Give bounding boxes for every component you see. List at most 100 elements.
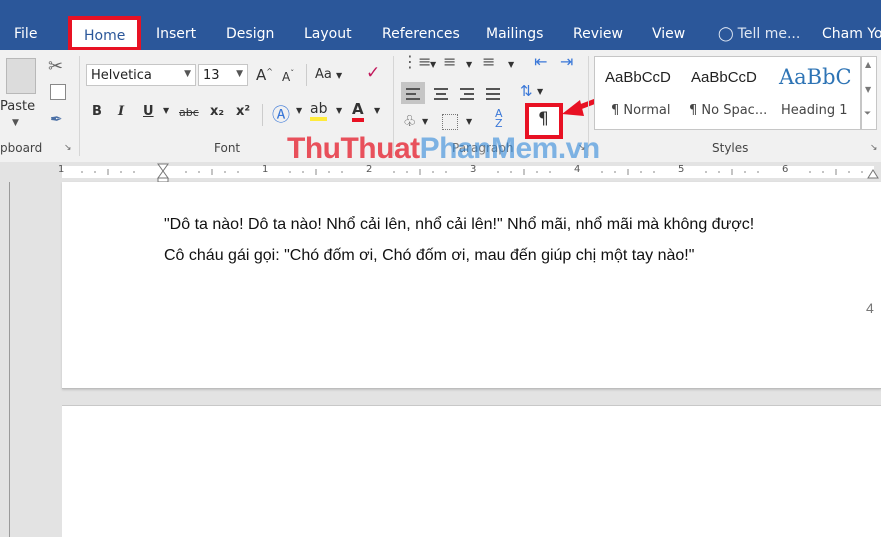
styles-group-label: Styles (712, 141, 749, 155)
right-indent-marker[interactable] (867, 164, 879, 180)
chevron-down-icon: ▼ (184, 69, 191, 79)
watermark-part3: .vn (557, 132, 600, 165)
ruler-number: 6 (782, 164, 789, 175)
shrink-font-icon[interactable]: Aˇ (282, 69, 294, 84)
chevron-down-icon[interactable]: ▼ (374, 106, 380, 115)
sort-icon[interactable]: AZ (495, 108, 503, 129)
format-painter-icon[interactable]: ✒ (50, 110, 63, 128)
paste-button-label[interactable]: Paste (0, 99, 35, 114)
tell-me-search[interactable]: ◯ Tell me... (718, 26, 800, 42)
chevron-down-icon[interactable]: ▼ (430, 60, 436, 69)
chevron-down-icon[interactable]: ▼ (336, 106, 342, 115)
chevron-down-icon: ▼ (236, 69, 243, 79)
shading-icon[interactable]: ♧ (403, 112, 416, 130)
italic-button[interactable]: I (118, 104, 124, 119)
chevron-up-icon[interactable]: ▲ (865, 60, 871, 69)
line-spacing-icon[interactable]: ⇅ (520, 82, 533, 100)
chevron-down-icon[interactable]: ▼ (466, 60, 472, 69)
chevron-down-icon[interactable]: ▼ (422, 117, 428, 126)
document-paragraph-1[interactable]: "Dô ta nào! Dô ta nào! Nhổ cải lên, nhổ … (164, 216, 754, 234)
grow-font-icon[interactable]: A^ (256, 66, 273, 84)
separator (306, 64, 307, 86)
group-divider (79, 56, 80, 156)
tab-review[interactable]: Review (573, 26, 623, 42)
more-styles-icon[interactable]: ⏷ (864, 109, 871, 119)
font-size-value: 13 (203, 68, 220, 83)
align-center-button[interactable] (430, 82, 452, 104)
ruler-number: 2 (366, 164, 373, 175)
font-size-combo[interactable]: 13 ▼ (198, 64, 248, 86)
ruler-number: 1 (58, 164, 65, 175)
highlight-color-icon[interactable]: ab (310, 101, 328, 121)
separator (262, 104, 263, 126)
tab-view[interactable]: View (652, 26, 685, 42)
tab-mailings[interactable]: Mailings (486, 26, 543, 42)
align-left-button[interactable] (401, 82, 425, 104)
style-normal-preview[interactable]: AaBbCcD (605, 69, 671, 86)
tab-references[interactable]: References (382, 26, 460, 42)
chevron-down-icon[interactable]: ▼ (163, 106, 169, 115)
tab-insert[interactable]: Insert (156, 26, 196, 42)
clear-formatting-icon[interactable]: ✓ (366, 63, 380, 83)
chevron-down-icon[interactable]: ▼ (466, 117, 472, 126)
paste-dropdown-icon[interactable]: ▼ (12, 118, 19, 128)
styles-scrollbar[interactable]: ▲ ▼ ⏷ (861, 56, 877, 130)
chevron-down-icon[interactable]: ▼ (296, 106, 302, 115)
underline-button[interactable]: U (143, 104, 154, 119)
cut-icon[interactable]: ✂ (48, 56, 63, 77)
increase-indent-icon[interactable]: ⇥ (560, 52, 573, 71)
copy-icon[interactable] (50, 84, 66, 100)
pilcrow-icon: ¶ (538, 109, 549, 129)
clipboard-group-label: pboard (0, 141, 43, 155)
style-normal-name[interactable]: ¶ Normal (611, 103, 670, 118)
indent-marker[interactable] (156, 163, 170, 183)
document-page[interactable] (62, 182, 881, 389)
superscript-button[interactable]: x² (236, 104, 250, 119)
ruler-number: 5 (678, 164, 685, 175)
font-name-value: Helvetica (91, 68, 152, 83)
ruler-number: 1 (262, 164, 269, 175)
chevron-down-icon[interactable]: ▼ (865, 85, 871, 94)
user-name[interactable]: Cham Yo (822, 26, 881, 42)
subscript-button[interactable]: x₂ (210, 104, 224, 119)
tab-home[interactable]: Home (68, 16, 141, 51)
tab-file[interactable]: File (14, 26, 37, 42)
ruler-number: 4 (574, 164, 581, 175)
style-no-spacing-name[interactable]: ¶ No Spac... (689, 103, 767, 118)
decrease-indent-icon[interactable]: ⇤ (534, 52, 547, 71)
font-group-label: Font (214, 141, 241, 155)
tab-layout[interactable]: Layout (304, 26, 352, 42)
chevron-down-icon[interactable]: ▼ (537, 87, 543, 96)
clipboard-launcher-icon[interactable]: ↘ (64, 143, 72, 153)
paste-icon[interactable] (6, 58, 36, 94)
chevron-down-icon[interactable]: ▼ (508, 60, 514, 69)
align-right-button[interactable] (456, 82, 478, 104)
tab-design[interactable]: Design (226, 26, 274, 42)
multilevel-list-icon[interactable]: ≡ (482, 52, 495, 71)
style-heading1-name[interactable]: Heading 1 (781, 103, 848, 118)
document-paragraph-2[interactable]: Cô cháu gái gọi: "Chó đốm ơi, Chó đốm ơi… (164, 247, 694, 265)
chevron-down-icon: ▼ (336, 71, 343, 80)
style-no-spacing-preview[interactable]: AaBbCcD (691, 69, 757, 86)
watermark: ThuThuatPhanMem.vn (287, 132, 600, 166)
font-name-combo[interactable]: Helvetica ▼ (86, 64, 196, 86)
text-effects-icon[interactable]: Ⓐ (272, 101, 290, 127)
watermark-part1: ThuThuat (287, 132, 420, 165)
styles-launcher-icon[interactable]: ↘ (870, 143, 878, 153)
page-number: 4 (866, 300, 874, 316)
bold-button[interactable]: B (92, 104, 102, 119)
ruler-ticks (81, 169, 863, 175)
styles-gallery: AaBbCcD ¶ Normal AaBbCcD ¶ No Spac... Aa… (594, 56, 861, 130)
change-case-button[interactable]: Aa ▼ (315, 67, 342, 82)
font-color-icon[interactable]: A (352, 100, 364, 122)
bullets-icon[interactable]: ⋮≡ (402, 52, 431, 71)
strikethrough-button[interactable]: abc (179, 106, 199, 119)
change-case-label: Aa (315, 67, 332, 82)
numbering-icon[interactable]: ≡ (443, 52, 456, 71)
borders-icon[interactable] (442, 114, 458, 130)
style-heading1-preview[interactable]: AaBbC (779, 65, 852, 89)
ruler-number: 3 (470, 164, 477, 175)
document-page[interactable] (62, 405, 881, 538)
justify-button[interactable] (482, 82, 504, 104)
lightbulb-icon: ◯ (718, 26, 734, 42)
